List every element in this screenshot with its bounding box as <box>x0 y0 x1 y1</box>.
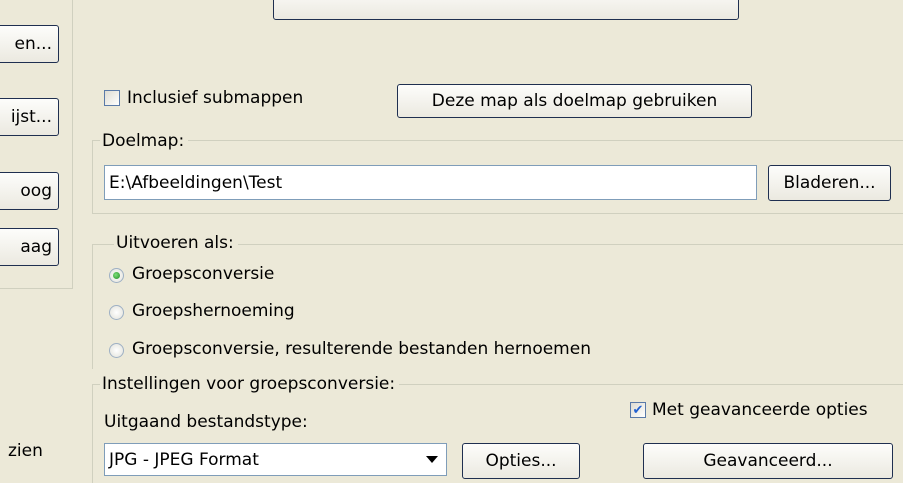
radio-convert-and-rename-label: Groepsconversie, resulterende bestanden … <box>132 339 591 359</box>
left-panel-right-line <box>72 0 73 289</box>
target-group-top-line <box>92 140 903 141</box>
target-group-label: Doelmap: <box>100 131 189 151</box>
radio-batch-convert-label: Groepsconversie <box>132 264 275 284</box>
include-subfolders-label: Inclusief submappen <box>127 88 304 108</box>
left-button-2-label: ijst... <box>10 107 52 127</box>
left-button-2[interactable]: ijst... <box>0 98 59 136</box>
settings-group-label: Instellingen voor groepsconversie: <box>100 374 400 394</box>
left-button-4[interactable]: aag <box>0 228 59 266</box>
options-button[interactable]: Opties... <box>462 443 580 479</box>
advanced-options-checkbox[interactable]: ✔ <box>630 402 646 418</box>
target-group-bottom-line <box>92 213 903 214</box>
left-button-3-label: oog <box>20 181 52 201</box>
browse-button[interactable]: Bladeren... <box>768 165 891 201</box>
left-panel-bottom-line <box>0 288 72 289</box>
advanced-button[interactable]: Geavanceerd... <box>643 443 893 479</box>
use-as-target-label: Deze map als doelmap gebruiken <box>431 91 718 111</box>
target-folder-input[interactable]: E:\Afbeeldingen\Test <box>104 165 757 200</box>
browse-button-label: Bladeren... <box>783 173 876 193</box>
left-button-4-label: aag <box>20 237 52 257</box>
options-button-label: Opties... <box>485 451 557 471</box>
left-text: zien <box>8 441 43 461</box>
advanced-options-label: Met geavanceerde opties <box>652 400 868 420</box>
advanced-button-label: Geavanceerd... <box>703 451 833 471</box>
output-type-select[interactable]: JPG - JPEG Format <box>104 443 447 476</box>
left-button-1-label: en... <box>14 34 52 54</box>
settings-group-left-line <box>92 384 93 483</box>
left-button-1[interactable]: en... <box>0 25 59 63</box>
chevron-down-icon[interactable] <box>426 456 438 463</box>
radio-convert-and-rename[interactable] <box>109 343 124 358</box>
runas-group-left-line <box>92 244 93 369</box>
checkmark-icon: ✔ <box>632 402 644 418</box>
runas-group-label: Uitvoeren als: <box>114 233 238 253</box>
include-subfolders-checkbox[interactable] <box>104 90 120 106</box>
radio-batch-rename-label: Groepshernoeming <box>132 301 295 321</box>
target-group-left-line <box>92 140 93 213</box>
left-button-3[interactable]: oog <box>0 172 59 210</box>
use-as-target-button[interactable]: Deze map als doelmap gebruiken <box>397 84 752 118</box>
output-type-label: Uitgaand bestandstype: <box>104 412 308 432</box>
output-type-value: JPG - JPEG Format <box>109 449 259 470</box>
radio-batch-convert[interactable] <box>109 268 124 283</box>
radio-batch-rename[interactable] <box>109 305 124 320</box>
top-button[interactable] <box>273 0 739 20</box>
